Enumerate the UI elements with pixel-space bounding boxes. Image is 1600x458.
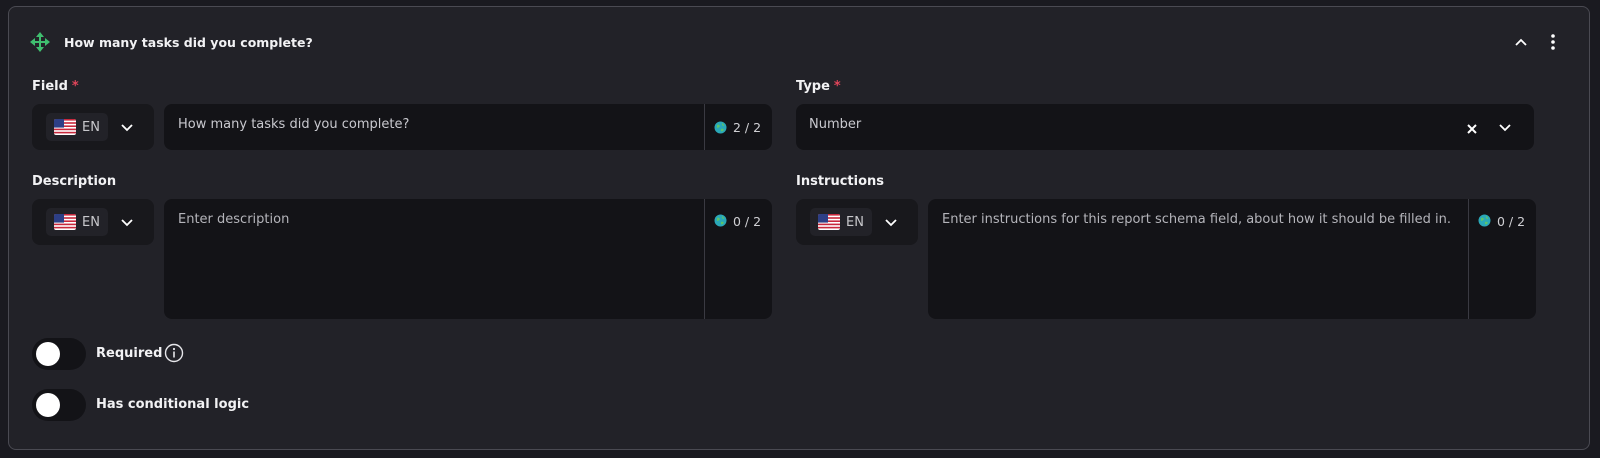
- chevron-down-icon[interactable]: [884, 215, 898, 229]
- type-select[interactable]: Number: [796, 104, 1534, 150]
- instructions-label: Instructions: [796, 174, 885, 189]
- move-arrows-icon[interactable]: [29, 31, 51, 53]
- toggle-knob: [36, 342, 60, 366]
- info-icon[interactable]: [164, 343, 184, 367]
- chevron-down-icon[interactable]: [120, 120, 134, 134]
- description-textarea[interactable]: Enter description 0 / 2: [164, 199, 772, 319]
- required-asterisk: *: [71, 79, 79, 94]
- instructions-language-selector[interactable]: EN: [796, 199, 918, 245]
- type-label-text: Type: [796, 79, 830, 94]
- conditional-logic-toggle[interactable]: [32, 389, 86, 421]
- required-label: Required: [96, 346, 163, 361]
- toggle-knob: [36, 393, 60, 417]
- schema-field-card: How many tasks did you complete? Field * …: [8, 6, 1590, 450]
- field-label: Field *: [32, 79, 79, 94]
- us-flag-icon: [54, 119, 76, 135]
- field-label-text: Field: [32, 79, 68, 94]
- language-code: EN: [82, 119, 100, 135]
- chevron-down-icon[interactable]: [120, 215, 134, 229]
- translation-count: 0 / 2: [1497, 214, 1526, 229]
- description-placeholder[interactable]: Enter description: [178, 212, 289, 227]
- language-code: EN: [82, 214, 100, 230]
- translation-count: 0 / 2: [733, 214, 762, 229]
- field-input[interactable]: How many tasks did you complete? 2 / 2: [164, 104, 772, 150]
- conditional-logic-label: Has conditional logic: [96, 397, 250, 412]
- translation-count: 2 / 2: [733, 119, 762, 135]
- language-code: EN: [846, 214, 864, 230]
- language-chip: EN: [810, 208, 872, 236]
- translation-counter: 0 / 2: [1468, 199, 1536, 319]
- description-language-selector[interactable]: EN: [32, 199, 154, 245]
- resize-handle-icon[interactable]: [763, 310, 771, 319]
- required-asterisk: *: [833, 79, 841, 94]
- field-language-selector[interactable]: EN: [32, 104, 154, 150]
- us-flag-icon: [818, 214, 840, 230]
- language-chip: EN: [46, 113, 108, 141]
- required-toggle[interactable]: [32, 338, 86, 370]
- us-flag-icon: [54, 214, 76, 230]
- more-vertical-icon[interactable]: [1541, 30, 1565, 54]
- globe-icon: [1478, 214, 1491, 227]
- translation-counter: 2 / 2: [704, 104, 772, 150]
- translation-counter: 0 / 2: [704, 199, 772, 319]
- instructions-placeholder[interactable]: Enter instructions for this report schem…: [942, 212, 1456, 227]
- type-select-value: Number: [809, 117, 862, 132]
- card-header: How many tasks did you complete?: [29, 29, 1569, 55]
- resize-handle-icon[interactable]: [1527, 310, 1535, 319]
- type-label: Type *: [796, 79, 841, 94]
- chevron-up-icon[interactable]: [1509, 30, 1533, 54]
- card-title: How many tasks did you complete?: [64, 34, 313, 50]
- language-chip: EN: [46, 208, 108, 236]
- instructions-textarea[interactable]: Enter instructions for this report schem…: [928, 199, 1536, 319]
- description-label: Description: [32, 174, 117, 189]
- globe-icon: [714, 121, 727, 134]
- globe-icon: [714, 214, 727, 227]
- clear-icon[interactable]: [1466, 120, 1478, 139]
- field-input-value[interactable]: How many tasks did you complete?: [178, 117, 409, 132]
- chevron-down-icon[interactable]: [1498, 119, 1512, 138]
